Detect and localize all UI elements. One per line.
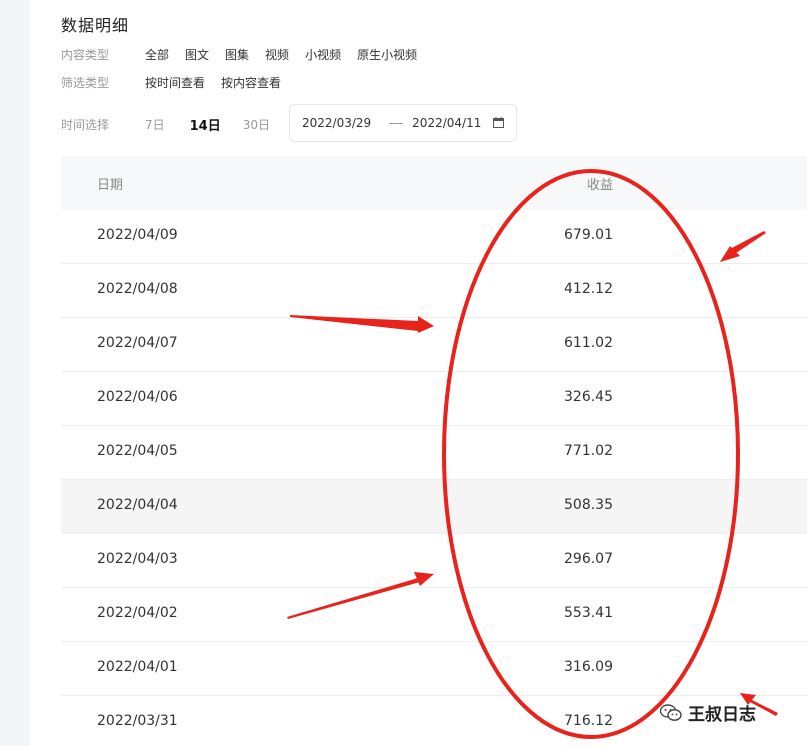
watermark: 王叔日志 [660, 700, 756, 725]
screen-type-filter: 筛选类型 按时间查看 按内容查看 [61, 72, 297, 92]
row-income: 771.02 [564, 443, 613, 459]
table-row: 2022/04/06 326.45 [61, 372, 807, 426]
content-type-option-video[interactable]: 视频 [265, 46, 289, 63]
watermark-text: 王叔日志 [688, 705, 756, 725]
table-row: 2022/04/01 316.09 [61, 642, 807, 696]
row-date: 2022/04/04 [97, 497, 178, 513]
table-row: 2022/04/02 553.41 [61, 588, 807, 642]
row-date: 2022/04/09 [97, 227, 178, 243]
table-row: 2022/04/03 296.07 [61, 534, 807, 588]
row-income: 326.45 [564, 389, 613, 405]
row-income: 508.35 [564, 497, 613, 513]
screen-type-option-by-content[interactable]: 按内容查看 [221, 74, 281, 91]
row-date: 2022/04/06 [97, 389, 178, 405]
calendar-icon[interactable] [493, 117, 504, 128]
date-range-picker[interactable]: 2022/03/29 2022/04/11 [289, 104, 517, 142]
table-row-hovered: 2022/04/04 508.35 [61, 480, 807, 534]
row-date: 2022/04/03 [97, 551, 178, 567]
table-row: 2022/04/07 611.02 [61, 318, 807, 372]
data-detail-panel: 数据明细 内容类型 全部 图文 图集 视频 小视频 原生小视频 筛选类型 按时间… [30, 0, 807, 746]
date-range-separator [389, 122, 404, 124]
column-header-income: 收益 [586, 178, 613, 193]
end-date[interactable]: 2022/04/11 [412, 116, 481, 130]
content-type-option-all[interactable]: 全部 [145, 46, 169, 63]
row-income: 716.12 [564, 713, 613, 729]
wechat-icon [660, 703, 682, 721]
data-table: 日期 收益 2022/04/09 679.01 2022/04/08 412.1… [61, 156, 807, 746]
time-option-14d[interactable]: 14日 [190, 115, 221, 134]
row-income: 296.07 [564, 551, 613, 567]
row-income: 679.01 [564, 227, 613, 243]
row-date: 2022/04/01 [97, 659, 178, 675]
row-date: 2022/03/31 [97, 713, 178, 729]
row-income: 553.41 [564, 605, 613, 621]
row-income: 412.12 [564, 281, 613, 297]
page-title: 数据明细 [61, 16, 130, 35]
table-row: 2022/04/08 412.12 [61, 264, 807, 318]
row-date: 2022/04/05 [97, 443, 178, 459]
table-row: 2022/04/05 771.02 [61, 426, 807, 480]
time-option-30d[interactable]: 30日 [243, 116, 270, 133]
content-type-label: 内容类型 [61, 47, 110, 62]
content-type-option-short-video[interactable]: 小视频 [305, 46, 341, 63]
content-type-option-native-short-video[interactable]: 原生小视频 [357, 46, 417, 63]
content-type-option-gallery[interactable]: 图集 [225, 46, 249, 63]
row-date: 2022/04/08 [97, 281, 178, 297]
time-label: 时间选择 [61, 117, 110, 132]
screen-type-option-by-time[interactable]: 按时间查看 [145, 74, 205, 91]
column-header-date: 日期 [97, 178, 124, 193]
table-header: 日期 收益 [61, 156, 807, 210]
time-filter: 时间选择 7日 14日 30日 [61, 114, 286, 134]
row-date: 2022/04/07 [97, 335, 178, 351]
row-date: 2022/04/02 [97, 605, 178, 621]
screen-type-label: 筛选类型 [61, 75, 110, 90]
row-income: 611.02 [564, 335, 613, 351]
table-row: 2022/04/09 679.01 [61, 210, 807, 264]
start-date[interactable]: 2022/03/29 [302, 116, 371, 130]
row-income: 316.09 [564, 659, 613, 675]
content-type-option-article[interactable]: 图文 [185, 46, 209, 63]
time-option-7d[interactable]: 7日 [145, 116, 165, 133]
content-type-filter: 内容类型 全部 图文 图集 视频 小视频 原生小视频 [61, 44, 433, 64]
